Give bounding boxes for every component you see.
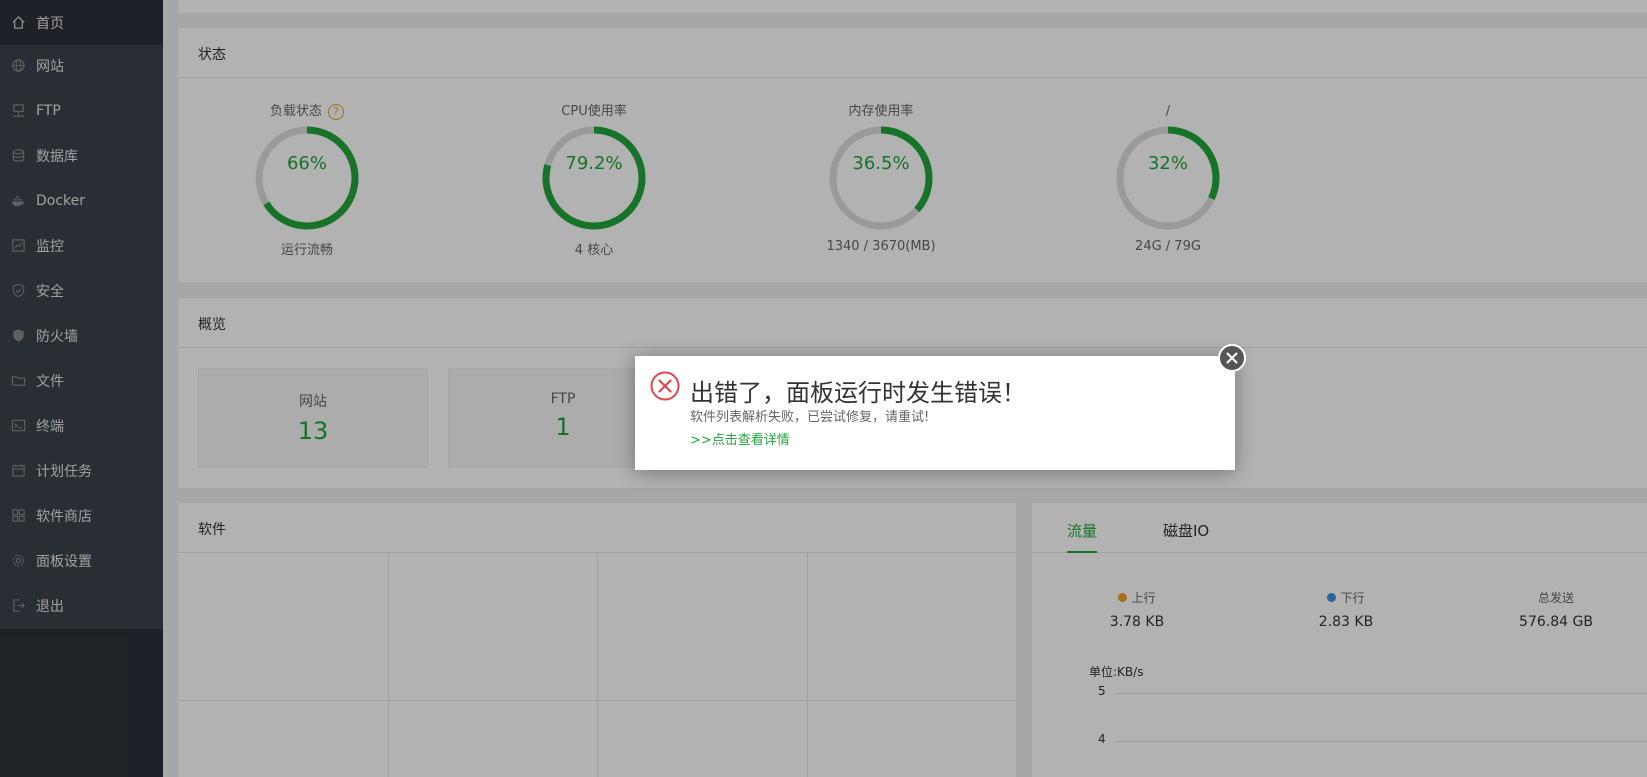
error-dialog: 出错了，面板运行时发生错误！ 软件列表解析失败，已尝试修复，请重试! >>点击查… — [635, 356, 1235, 470]
close-button[interactable] — [1218, 344, 1246, 372]
dialog-message: 软件列表解析失败，已尝试修复，请重试! — [690, 410, 930, 425]
dialog-title: 出错了，面板运行时发生错误！ — [690, 379, 1026, 407]
close-icon — [1226, 352, 1238, 364]
view-details-link[interactable]: >>点击查看详情 — [690, 429, 790, 448]
error-icon — [650, 371, 680, 401]
